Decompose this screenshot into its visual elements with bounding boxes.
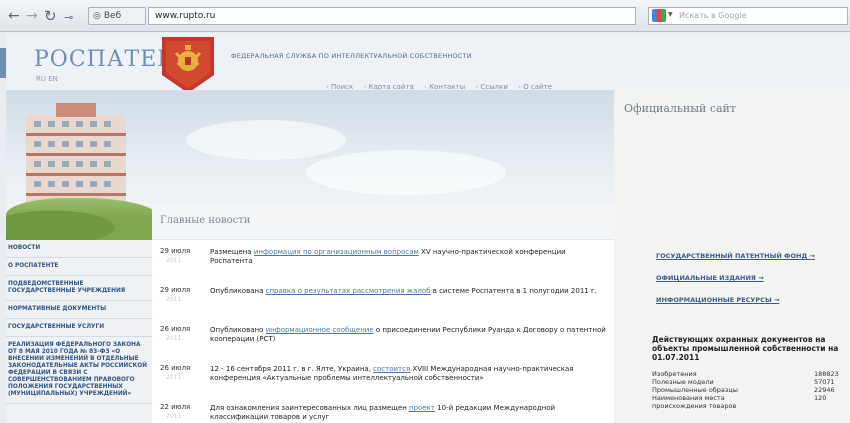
forward-arrow-icon[interactable]: → — [26, 8, 38, 24]
page: РОСПАТЕНТ RU EN ФЕДЕРАЛЬНАЯ СЛУЖБА ПО ИН… — [0, 33, 850, 423]
nav-item-subordinate-institutions[interactable]: ПОДВЕДОМСТВЕННЫЕ ГОСУДАРСТВЕННЫЕ УЧРЕЖДЕ… — [6, 276, 152, 301]
stop-icon[interactable]: ⊸ — [64, 10, 73, 26]
news-text-part: в системе Роспатента в 1 полугодии 2011 … — [430, 287, 597, 295]
news-title: Главные новости — [160, 215, 251, 226]
stats-title: Действующих охранных документов на объек… — [652, 335, 839, 362]
news-text: Опубликована справка о результатах рассм… — [210, 287, 610, 296]
news-section: Главные новости 29 июля 2011 Размещена и… — [152, 205, 614, 423]
link-official-publications[interactable]: ОФИЦИАЛЬНЫЕ ИЗДАНИЯ → — [656, 274, 815, 282]
news-text-part: Размещена — [210, 248, 254, 256]
back-arrow-icon[interactable]: ← — [8, 8, 20, 24]
address-bar[interactable]: www.rupto.ru — [148, 7, 636, 25]
search-input[interactable]: Искать в Google — [648, 7, 848, 25]
stat-row: Изобретения 188823 — [652, 370, 848, 378]
stat-value: 57071 — [814, 378, 835, 386]
reload-icon[interactable]: ↻ — [44, 8, 57, 24]
stat-label: Полезные модели — [652, 378, 714, 386]
news-year: 2011 — [166, 335, 182, 342]
news-text: Для ознакомления заинтересованных лиц ра… — [210, 404, 610, 422]
news-year: 2011 — [166, 413, 182, 420]
site-header: РОСПАТЕНТ RU EN ФЕДЕРАЛЬНАЯ СЛУЖБА ПО ИН… — [6, 33, 850, 93]
official-site-title: Официальный сайт — [624, 102, 736, 115]
chevron-down-icon[interactable]: ▼ — [668, 11, 673, 18]
news-item: 29 июля 2011 Размещена информация по орг… — [152, 245, 614, 284]
news-date: 29 июля — [160, 247, 191, 255]
news-link[interactable]: информационное сообщение — [266, 326, 374, 334]
nav-item-about[interactable]: О РОСПАТЕНТЕ — [6, 258, 152, 276]
globe-icon: ◎ — [93, 11, 101, 21]
banner-cloud — [306, 150, 506, 195]
news-item: 29 июля 2011 Опубликована справка о резу… — [152, 284, 614, 323]
news-link[interactable]: состоится — [373, 365, 410, 373]
coat-of-arms-icon — [162, 37, 214, 93]
nav-item-regulations[interactable]: НОРМАТИВНЫЕ ДОКУМЕНТЫ — [6, 301, 152, 319]
link-patent-fund[interactable]: ГОСУДАРСТВЕННЫЙ ПАТЕНТНЫЙ ФОНД → — [656, 252, 815, 260]
news-header: Главные новости — [152, 205, 614, 240]
news-year: 2011 — [166, 257, 182, 264]
news-link[interactable]: информация по организационным вопросам — [254, 248, 419, 256]
news-text-part: Опубликовано — [210, 326, 266, 334]
news-text-part: 12 - 16 сентября 2011 г. в г. Ялте, Укра… — [210, 365, 374, 373]
news-item: 26 июля 2011 Опубликовано информационное… — [152, 323, 614, 362]
right-panel: Официальный сайт ГОСУДАРСТВЕННЫЙ ПАТЕНТН… — [614, 90, 850, 423]
news-link[interactable]: проект — [409, 404, 435, 412]
banner-cloud — [186, 120, 346, 160]
news-year: 2011 — [166, 296, 182, 303]
stats-block: Действующих охранных документов на объек… — [652, 335, 848, 410]
news-text: 12 - 16 сентября 2011 г. в г. Ялте, Укра… — [210, 365, 610, 383]
news-date: 22 июля — [160, 403, 191, 411]
nav-item-federal-law[interactable]: РЕАЛИЗАЦИЯ ФЕДЕРАЛЬНОГО ЗАКОНА ОТ 8 МАЯ … — [6, 337, 152, 404]
browser-toolbar: ← → ↻ ⊸ ◎ Веб www.rupto.ru Искать в Googl… — [0, 0, 850, 32]
stat-label: Промышленные образцы — [652, 386, 738, 394]
stat-value: 22946 — [814, 386, 835, 394]
stat-label: Наименования места происхождения товаров — [652, 394, 737, 410]
news-date: 26 июля — [160, 364, 191, 372]
news-link[interactable]: справка о результатах рассмотрения жалоб — [266, 287, 431, 295]
stat-row: Наименования места происхождения товаров… — [652, 394, 848, 410]
nav-item-public-services[interactable]: ГОСУДАРСТВЕННЫЕ УСЛУГИ — [6, 319, 152, 337]
news-text: Опубликовано информационное сообщение о … — [210, 326, 610, 344]
search-engine-icon[interactable] — [652, 9, 666, 22]
news-text: Размещена информация по организационным … — [210, 248, 610, 266]
news-item: 22 июля 2011 Для ознакомления заинтересо… — [152, 401, 614, 423]
news-date: 26 июля — [160, 325, 191, 333]
news-text-part: Для ознакомления заинтересованных лиц ра… — [210, 404, 410, 412]
stat-row: Полезные модели 57071 — [652, 378, 848, 386]
stat-value: 120 — [814, 394, 827, 402]
language-switch[interactable]: RU EN — [36, 75, 58, 83]
site-identity-button[interactable]: ◎ Веб — [88, 7, 146, 25]
agency-name: ФЕДЕРАЛЬНАЯ СЛУЖБА ПО ИНТЕЛЛЕКТУАЛЬНОЙ С… — [231, 52, 472, 60]
link-information-resources[interactable]: ИНФОРМАЦИОННЫЕ РЕСУРСЫ → — [656, 296, 815, 304]
news-list: 29 июля 2011 Размещена информация по орг… — [152, 245, 614, 423]
stat-label: Изобретения — [652, 370, 697, 378]
left-nav: НОВОСТИ О РОСПАТЕНТЕ ПОДВЕДОМСТВЕННЫЕ ГО… — [6, 240, 152, 423]
nav-item-news[interactable]: НОВОСТИ — [6, 240, 152, 258]
site-identity-label: Веб — [103, 11, 122, 21]
news-year: 2011 — [166, 374, 182, 381]
quick-links: ГОСУДАРСТВЕННЫЙ ПАТЕНТНЫЙ ФОНД → ОФИЦИАЛ… — [656, 252, 815, 318]
news-item: 26 июля 2011 12 - 16 сентября 2011 г. в … — [152, 362, 614, 401]
stat-value: 188823 — [814, 370, 839, 378]
building-illustration — [26, 103, 126, 207]
trees-illustration — [6, 198, 161, 240]
news-date: 29 июля — [160, 286, 191, 294]
stat-row: Промышленные образцы 22946 — [652, 386, 848, 394]
news-text-part: Опубликована — [210, 287, 266, 295]
